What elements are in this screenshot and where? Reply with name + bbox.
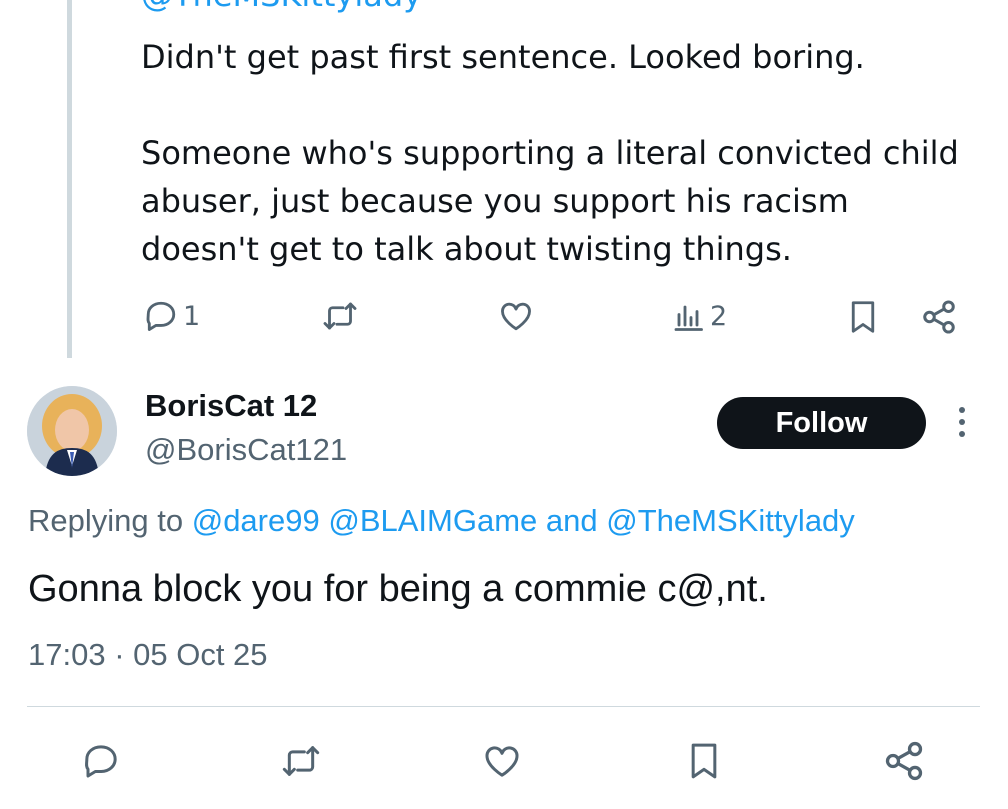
views-count: 2 (710, 300, 728, 332)
share-button[interactable] (882, 739, 926, 783)
replying-prefix: Replying to (28, 503, 184, 538)
reply-button[interactable]: 1 (143, 298, 200, 334)
replying-and: and (545, 503, 598, 538)
retweet-button[interactable] (279, 741, 323, 781)
previous-tweet-line: doesn't get to talk about twisting thing… (141, 230, 792, 268)
mention-link[interactable]: @BLAIMGame (328, 503, 537, 538)
previous-tweet-line: Someone who's supporting a literal convi… (141, 134, 959, 172)
share-icon (885, 741, 923, 781)
bookmark-icon (851, 301, 875, 333)
user-handle[interactable]: @BorisCat121 (145, 432, 347, 468)
reply-count: 1 (183, 300, 201, 332)
mention-link[interactable]: @TheMSKittylady (606, 503, 855, 538)
replying-to: Replying to @dare99 @BLAIMGame and @TheM… (28, 503, 855, 539)
views-icon (674, 305, 703, 331)
like-button[interactable] (497, 298, 535, 334)
retweet-icon (323, 302, 357, 330)
mention-link[interactable]: @dare99 (192, 503, 320, 538)
retweet-button[interactable] (321, 298, 359, 334)
reply-icon (85, 745, 117, 778)
like-button[interactable] (480, 741, 524, 781)
previous-tweet-line: abuser, just because you support his rac… (141, 182, 849, 220)
like-icon (485, 746, 519, 777)
thread-connector-line (67, 0, 72, 358)
previous-tweet-line: Didn't get past first sentence. Looked b… (141, 38, 865, 76)
reply-icon (146, 301, 176, 331)
like-icon (501, 302, 531, 331)
display-name[interactable]: BorisCat 12 (145, 388, 317, 424)
bookmark-button[interactable] (845, 298, 881, 336)
views-button[interactable]: 2 (670, 298, 727, 334)
share-button[interactable] (920, 298, 958, 336)
bookmark-button[interactable] (684, 739, 724, 783)
tweet-text: Gonna block you for being a commie c@,nt… (28, 568, 768, 610)
bookmark-icon (691, 743, 717, 779)
divider (27, 706, 980, 707)
avatar[interactable] (27, 386, 117, 476)
more-icon[interactable] (952, 404, 972, 444)
tweet-timestamp[interactable]: 17:03 · 05 Oct 25 (28, 637, 268, 673)
share-icon (923, 300, 955, 334)
follow-button[interactable]: Follow (717, 397, 926, 449)
reply-button[interactable] (80, 741, 122, 781)
mention-link[interactable]: @TheMSKittylady (141, 0, 422, 14)
retweet-icon (282, 746, 320, 776)
